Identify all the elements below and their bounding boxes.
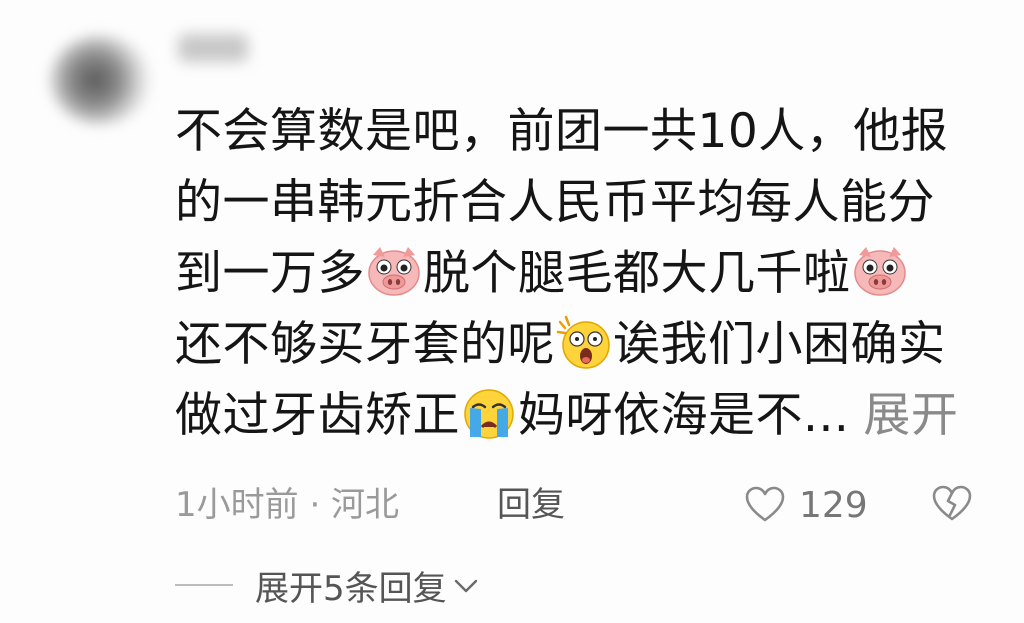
chevron-down-icon (453, 565, 479, 605)
shocked-face-emoji-icon (556, 315, 610, 369)
comment-line-4-text-a: 还不够买牙套的呢 (175, 317, 555, 372)
comment-line-5-text-a: 做过牙齿矫正 (175, 388, 460, 443)
divider-dash (175, 584, 233, 586)
username-blurred[interactable] (178, 34, 248, 62)
comment-line-4-text-b: 诶我们小困确实 (613, 317, 946, 372)
pig-face-emoji-icon (853, 247, 906, 296)
comment-text[interactable]: 不会算数是吧，前团一共10人，他报 的一串韩元折合人民币平均每人能分 到一万多 … (175, 96, 975, 451)
pig-face-emoji-icon (368, 247, 420, 296)
expand-comment-link[interactable]: 展开 (863, 388, 958, 443)
comment-meta-bar: 1小时前 · 河北 回复 129 (175, 480, 995, 530)
broken-heart-icon (932, 485, 972, 521)
expand-replies-button[interactable]: 展开5条回复 (175, 560, 479, 610)
reply-button[interactable]: 回复 (497, 480, 565, 530)
comment-line-1-text: 不会算数是吧，前团一共10人，他报 (175, 104, 949, 159)
dislike-button[interactable] (932, 485, 972, 532)
comment-line-5: 做过牙齿矫正 妈呀依海是不... 展开 (175, 380, 975, 451)
avatar[interactable] (50, 35, 150, 125)
comment-card: 不会算数是吧，前团一共10人，他报 的一串韩元折合人民币平均每人能分 到一万多 … (0, 0, 1024, 623)
crying-face-emoji-icon (464, 389, 514, 439)
comment-line-3: 到一万多 脱个腿毛都大几千啦 (175, 238, 975, 309)
comment-line-1: 不会算数是吧，前团一共10人，他报 (175, 96, 975, 167)
comment-line-4: 还不够买牙套的呢 诶我们小困确实 (175, 309, 975, 380)
like-count: 129 (799, 484, 868, 526)
like-button[interactable]: 129 (745, 480, 868, 530)
comment-line-3-text-a: 到一万多 (175, 246, 365, 301)
comment-line-2-text: 的一串韩元折合人民币平均每人能分 (175, 175, 935, 230)
heart-outline-icon (745, 486, 785, 522)
time-location-label: 1小时前 · 河北 (175, 485, 400, 525)
comment-line-3-text-b: 脱个腿毛都大几千啦 (423, 246, 851, 301)
expand-replies-label: 展开5条回复 (255, 568, 447, 609)
comment-line-2: 的一串韩元折合人民币平均每人能分 (175, 167, 975, 238)
comment-line-5-text-b: 妈呀依海是不... (518, 388, 850, 443)
